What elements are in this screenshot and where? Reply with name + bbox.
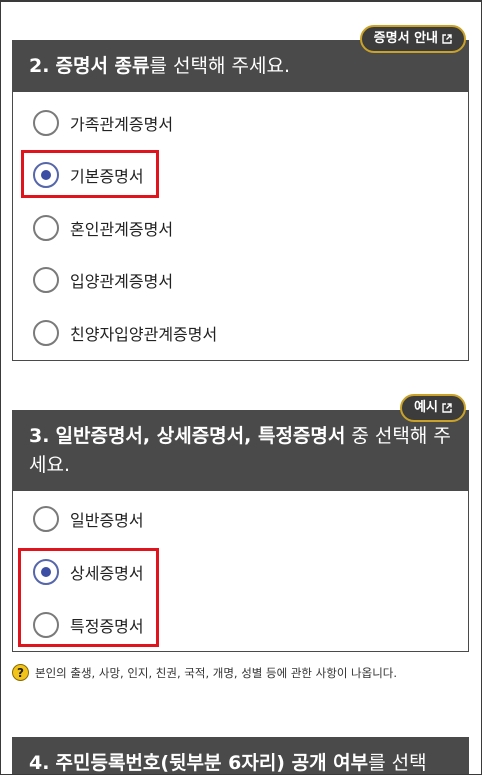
radio-button-selected[interactable] [33,162,59,188]
radio-label: 일반증명서 [70,511,144,530]
section-number: 4. [29,752,50,774]
section-title-bold: 주민등록번호(뒷부분 6자리) 공개 여부 [55,752,369,774]
radio-button[interactable] [33,506,59,532]
radio-option-adoption-relation[interactable]: 입양관계증명서 [13,260,173,300]
resident-number-section: 4. 주민등록번호(뒷부분 6자리) 공개 여부를 선택 [12,737,469,775]
radio-label: 혼인관계증명서 [70,220,174,239]
radio-option-detailed[interactable]: 상세증명서 [13,552,144,592]
radio-option-specific[interactable]: 특정증명서 [13,605,144,645]
external-link-icon [442,34,452,44]
radio-button[interactable] [33,267,59,293]
radio-option-family-relation[interactable]: 가족관계증명서 [13,103,173,143]
radio-button[interactable] [33,320,59,346]
certificate-type-section: 2. 증명서 종류를 선택해 주세요. 가족관계증명서 기본증명서 혼인관계증명… [12,40,469,361]
radio-button[interactable] [33,110,59,136]
help-note: ? 본인의 출생, 사망, 인지, 친권, 국적, 개명, 성별 등에 관한 사… [12,664,397,681]
radio-label: 가족관계증명서 [70,115,174,134]
radio-label: 입양관계증명서 [70,272,174,291]
radio-button-selected[interactable] [33,559,59,585]
resident-number-heading: 4. 주민등록번호(뒷부분 6자리) 공개 여부를 선택 [13,738,468,775]
help-note-text: 본인의 출생, 사망, 인지, 친권, 국적, 개명, 성별 등에 관한 사항이… [35,665,398,680]
section-title-rest: 를 선택해 주세요. [149,55,290,77]
radio-option-basic[interactable]: 기본증명서 [13,155,144,195]
radio-label: 특정증명서 [70,617,144,636]
section-title-bold: 증명서 종류 [55,55,150,77]
section-number: 2. [29,55,50,77]
radio-option-full-adoption-relation[interactable]: 친양자입양관계증명서 [13,313,217,353]
example-button[interactable]: 예시 [400,394,466,422]
radio-button[interactable] [33,215,59,241]
section-number: 3. [29,425,50,447]
certificate-detail-heading: 3. 일반증명서, 상세증명서, 특정증명서 중 선택해 주세요. [13,411,468,491]
section-title-bold: 일반증명서, 상세증명서, 특정증명서 [55,425,346,447]
radio-label: 기본증명서 [70,167,144,186]
certificate-detail-section: 3. 일반증명서, 상세증명서, 특정증명서 중 선택해 주세요. 일반증명서 … [12,410,469,652]
example-label: 예시 [414,400,438,415]
radio-option-marriage-relation[interactable]: 혼인관계증명서 [13,208,173,248]
certificate-guide-label: 증명서 안내 [373,31,438,46]
radio-option-general[interactable]: 일반증명서 [13,499,144,539]
certificate-guide-button[interactable]: 증명서 안내 [359,25,466,53]
external-link-icon [442,403,452,413]
section-title-rest: 를 선택 [368,752,427,774]
radio-label: 친양자입양관계증명서 [70,325,218,344]
question-icon: ? [12,664,29,681]
radio-button[interactable] [33,612,59,638]
radio-label: 상세증명서 [70,564,144,583]
